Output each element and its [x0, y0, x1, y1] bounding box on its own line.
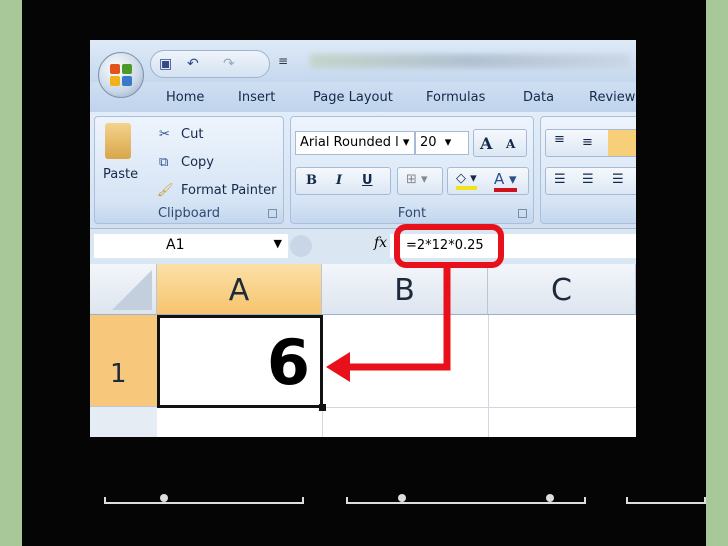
- callout-arrow: [326, 268, 451, 382]
- arrow-line: [345, 268, 451, 371]
- hinge-left: [104, 497, 304, 504]
- arrow-head-icon: [326, 352, 350, 382]
- hinge-right: [626, 497, 706, 504]
